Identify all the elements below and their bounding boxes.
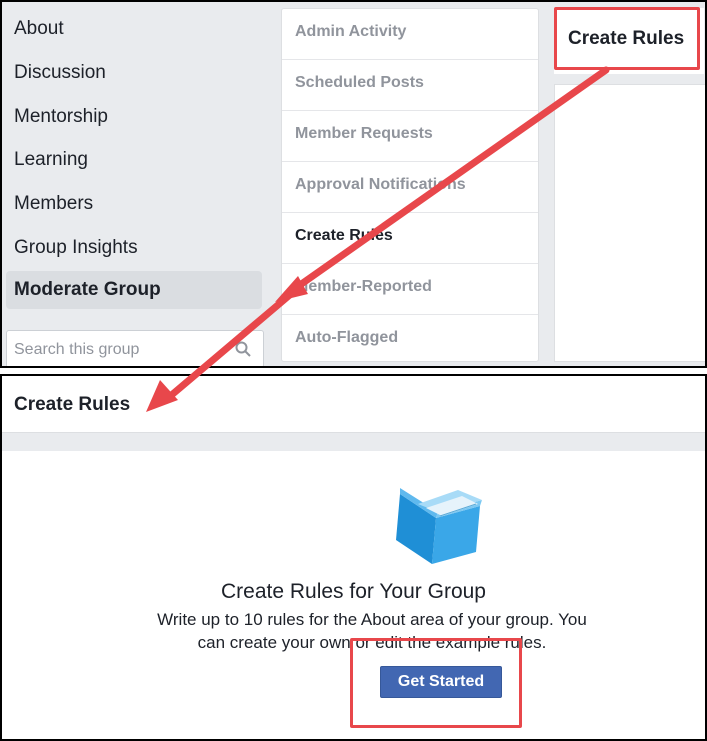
cta-description: Write up to 10 rules for the About area … [157, 610, 587, 652]
content-card [554, 84, 705, 362]
sidebar-item-group-insights[interactable]: Group Insights [14, 237, 138, 259]
menu-item-label: Scheduled Posts [295, 74, 424, 91]
group-sidebar: About Discussion Mentorship Learning Mem… [2, 2, 270, 366]
bottom-screenshot-panel: Create Rules Create Rules for Your Group… [0, 374, 707, 741]
menu-item-label: Create Rules [295, 227, 393, 244]
top-screenshot-panel: About Discussion Mentorship Learning Mem… [0, 0, 707, 368]
menu-item-member-requests[interactable]: Member Requests [282, 111, 538, 162]
sidebar-item-discussion[interactable]: Discussion [14, 62, 106, 84]
sidebar-item-learning[interactable]: Learning [14, 149, 88, 171]
menu-item-label: Member-Reported [295, 278, 432, 295]
rules-book-icon [396, 488, 482, 564]
sidebar-item-about[interactable]: About [14, 18, 64, 40]
content-header-title: Create Rules [568, 28, 685, 49]
search-icon[interactable] [235, 341, 251, 357]
menu-item-approval-notifications[interactable]: Approval Notifications [282, 162, 538, 213]
header-divider [2, 433, 705, 451]
menu-item-admin-activity[interactable]: Admin Activity [282, 9, 538, 60]
content-area: Create Rules [548, 8, 705, 364]
menu-item-label: Member Requests [295, 125, 433, 142]
menu-item-label: Auto-Flagged [295, 329, 399, 346]
create-rules-header: Create Rules [2, 376, 705, 433]
group-search-input[interactable]: Search this group [6, 330, 264, 366]
cta-title: Create Rules for Your Group [221, 580, 486, 603]
menu-item-label: Approval Notifications [295, 176, 466, 193]
menu-item-create-rules[interactable]: Create Rules [282, 213, 538, 264]
search-placeholder: Search this group [14, 341, 140, 358]
menu-item-label: Admin Activity [295, 23, 407, 40]
menu-item-auto-flagged[interactable]: Auto-Flagged [282, 315, 538, 365]
sidebar-item-mentorship[interactable]: Mentorship [14, 106, 108, 128]
sidebar-item-members[interactable]: Members [14, 193, 93, 215]
menu-item-scheduled-posts[interactable]: Scheduled Posts [282, 60, 538, 111]
content-header: Create Rules [554, 8, 704, 74]
get-started-button[interactable]: Get Started [380, 666, 502, 698]
menu-item-member-reported[interactable]: Member-Reported [282, 264, 538, 315]
create-rules-title: Create Rules [14, 394, 131, 415]
sidebar-item-moderate-group[interactable]: Moderate Group [6, 271, 262, 309]
moderate-group-menu: Admin Activity Scheduled Posts Member Re… [281, 8, 539, 362]
